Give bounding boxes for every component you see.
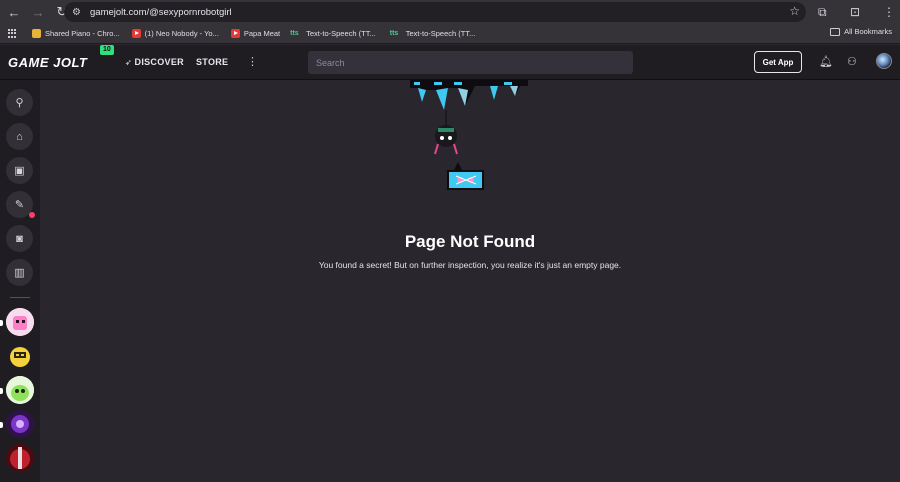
community-avatar-4[interactable] <box>6 410 34 438</box>
page-title: Page Not Found <box>404 232 536 251</box>
youtube-favicon-icon <box>230 29 240 38</box>
bookmarks-bar: Shared Piano - Chro... (1) Neo Nobody - … <box>0 24 900 44</box>
search-input[interactable] <box>308 51 633 74</box>
site-header: GAME JOLT 10 ➶ DISCOVER STORE ⋮ Get App … <box>0 45 900 80</box>
sidebar-lightbulb-icon[interactable]: ⚲ <box>6 89 33 116</box>
tts-favicon-icon: tts <box>290 30 299 37</box>
tts-favicon-icon: tts <box>389 30 399 37</box>
folder-icon <box>830 27 841 36</box>
level-badge: 10 <box>100 45 114 55</box>
more-menu-icon[interactable]: ⋮ <box>247 55 258 68</box>
all-bookmarks-button[interactable]: All Bookmarks <box>830 27 892 36</box>
bookmark-tts-2[interactable]: tts Text-to-Speech (TT... <box>390 26 476 42</box>
error-message: You found a secret! But on further inspe… <box>318 260 622 270</box>
community-avatar-3[interactable] <box>6 376 34 404</box>
sidebar-backpack-icon[interactable]: ▣ <box>6 157 33 184</box>
pink-character-icon <box>6 308 34 336</box>
chrome-menu-icon[interactable]: ⋮ <box>883 2 895 22</box>
user-avatar[interactable] <box>876 53 892 69</box>
address-bar[interactable]: ⚙ gamejolt.com/@sexypornrobotgirl ☆ <box>64 2 806 22</box>
back-arrow-icon[interactable]: ← <box>4 2 24 22</box>
notification-dot <box>29 212 35 218</box>
friends-icon[interactable]: ⚇ <box>847 55 857 68</box>
yellow-robot-icon <box>6 342 34 370</box>
community-marker <box>0 320 3 326</box>
forward-arrow-icon[interactable]: → <box>28 2 48 22</box>
hanging-robot-illustration <box>410 80 528 190</box>
extensions-icon[interactable]: ⧉ <box>818 2 827 22</box>
bookmark-papa-meat[interactable]: Papa Meat <box>230 26 280 42</box>
community-avatar-5[interactable] <box>6 444 34 472</box>
bookmark-star-icon[interactable]: ☆ <box>789 4 800 18</box>
nav-store[interactable]: STORE <box>196 57 228 67</box>
community-avatar-1[interactable] <box>6 308 34 336</box>
url-text[interactable]: gamejolt.com/@sexypornrobotgirl <box>90 7 232 18</box>
community-marker <box>0 388 3 394</box>
site-settings-icon[interactable]: ⚙ <box>72 7 86 18</box>
community-marker <box>0 422 3 428</box>
red-character-icon <box>6 444 34 472</box>
bookmark-neo-nobody[interactable]: (1) Neo Nobody - Yo... <box>131 26 219 42</box>
sidebar: ⚲ ⌂ ▣ ✎ ◙ ▥ <box>0 80 40 482</box>
bookmark-tts-1[interactable]: tts Text-to-Speech (TT... <box>290 26 376 42</box>
sidebar-jams-icon[interactable]: ◙ <box>6 225 33 252</box>
rocket-icon: ➶ <box>125 58 135 67</box>
main-content: Page Not Found You found a secret! But o… <box>40 80 900 482</box>
sidebar-shop-icon[interactable]: ⌂ <box>6 123 33 150</box>
profile-icon[interactable]: ⊡ <box>850 2 860 22</box>
nav-discover[interactable]: ➶ DISCOVER <box>125 57 184 67</box>
bookmark-shared-piano[interactable]: Shared Piano - Chro... <box>32 26 120 42</box>
notifications-bell-icon[interactable]: 🔔︎ <box>819 55 833 68</box>
shared-piano-favicon-icon <box>32 29 41 38</box>
apps-grid-icon[interactable] <box>8 28 18 39</box>
purple-orb-icon <box>6 410 34 438</box>
community-avatar-2[interactable] <box>6 342 34 370</box>
sidebar-divider <box>10 297 30 298</box>
youtube-favicon-icon <box>131 29 141 38</box>
green-creature-icon <box>6 376 34 404</box>
sidebar-library-icon[interactable]: ▥ <box>6 259 33 286</box>
get-app-button[interactable]: Get App <box>754 51 802 73</box>
gamejolt-logo[interactable]: GAME JOLT <box>8 55 87 70</box>
